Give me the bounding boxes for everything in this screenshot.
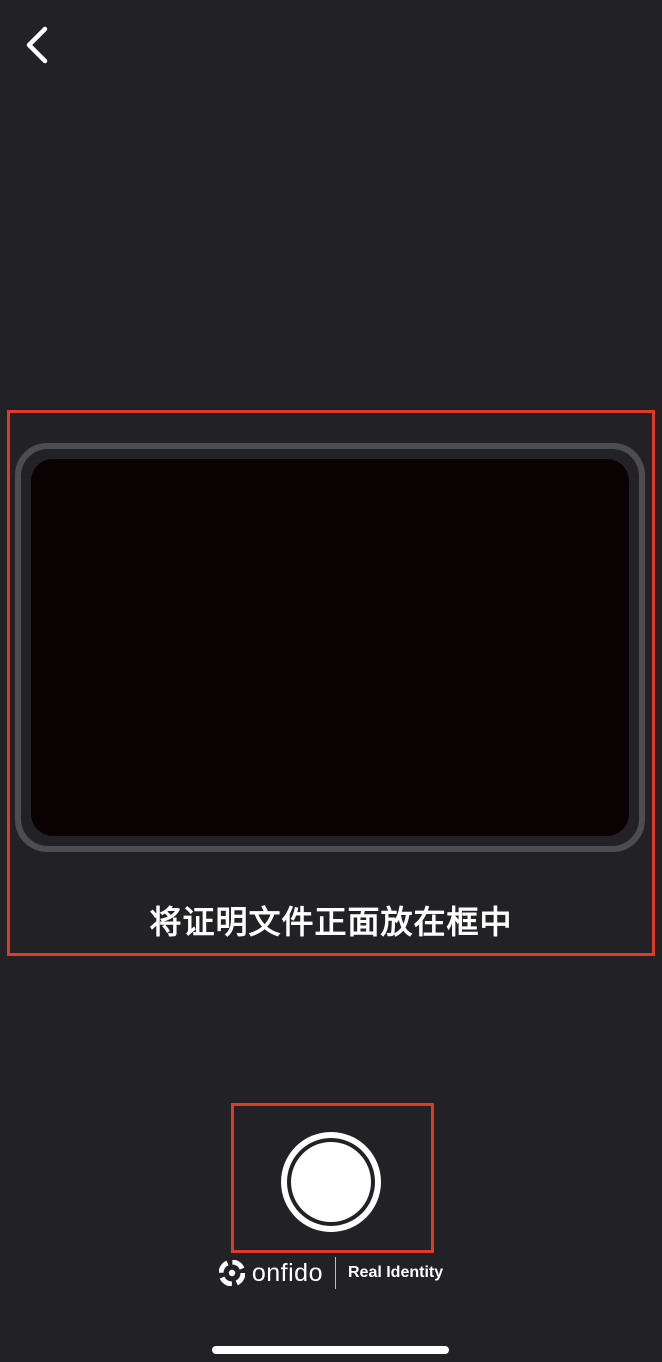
brand-name: onfido bbox=[251, 1258, 323, 1287]
camera-preview bbox=[31, 459, 629, 836]
back-button[interactable] bbox=[14, 22, 60, 68]
document-frame-inner bbox=[21, 449, 639, 846]
chevron-left-icon bbox=[26, 26, 48, 64]
branding: onfido Real Identity bbox=[0, 1256, 662, 1290]
capture-instruction: 将证明文件正面放在框中 bbox=[149, 903, 513, 941]
brand-divider bbox=[334, 1257, 336, 1289]
home-indicator[interactable] bbox=[212, 1346, 449, 1354]
shutter-button[interactable] bbox=[281, 1132, 381, 1232]
brand-tagline: Real Identity bbox=[347, 1264, 444, 1281]
shutter-circle-icon bbox=[287, 1138, 375, 1226]
document-frame bbox=[15, 443, 645, 852]
onfido-logo-icon bbox=[218, 1260, 245, 1286]
